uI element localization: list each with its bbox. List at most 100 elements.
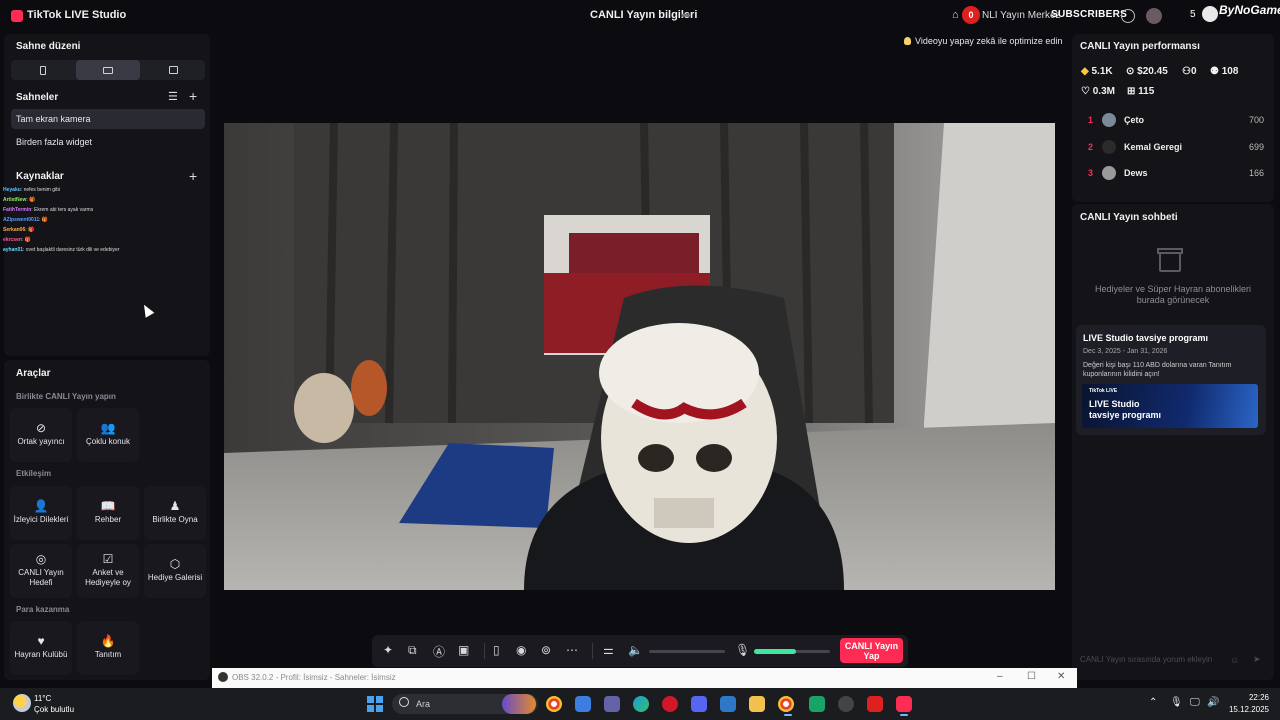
fan-club-tool[interactable]: ♥ Hayran Kulübü — [10, 621, 72, 675]
share-arrow-icon[interactable]: ➦ — [681, 8, 691, 22]
chat-line: FatihTermin: Ekrem abi ters ayak varms — [3, 207, 94, 213]
minimize-button[interactable]: – — [997, 671, 1003, 682]
viewer-score: 699 — [1248, 142, 1264, 152]
live-center-link[interactable]: NLI Yayın Merkez — [982, 10, 1061, 21]
viewer-name: Çeto — [1124, 115, 1144, 125]
ai-tip-text: Videoyu yapay zekâ ile optimize edin — [915, 36, 1063, 46]
layout-landscape-button[interactable] — [76, 60, 140, 80]
ai-effects-icon[interactable]: Ⓐ — [433, 643, 445, 660]
home-icon[interactable]: ⌂ — [952, 9, 959, 21]
poll-icon: ☑ — [102, 552, 114, 566]
screen-capture-icon[interactable]: ⧉ — [408, 643, 417, 658]
book-icon: 📖 — [100, 499, 116, 513]
rank-number: 3 — [1088, 168, 1094, 178]
scene-item[interactable]: Tam ekran kamera — [11, 109, 205, 129]
close-button[interactable]: ✕ — [1057, 671, 1065, 682]
multi-guest-tool[interactable]: 👥 Çoklu konuk — [77, 408, 139, 462]
overlay-icon[interactable]: ▣ — [458, 643, 469, 657]
earnings-stat: ⊙ $20.45 — [1126, 66, 1168, 77]
obs-taskbar-icon[interactable] — [838, 696, 854, 712]
settings-icon[interactable] — [1121, 9, 1135, 23]
live-goal-tool[interactable]: ◎ CANLI Yayın Hedefi — [10, 544, 72, 598]
portrait-icon — [40, 65, 46, 75]
store-icon[interactable] — [575, 696, 591, 712]
microphone-icon[interactable]: 🎙 — [735, 643, 750, 657]
weather-description[interactable]: Çok bulutlu — [34, 705, 74, 714]
ranking-row[interactable]: 1 Çeto 700 — [1088, 113, 1264, 129]
search-highlight-icon[interactable] — [502, 694, 536, 714]
people-icon: 👥 — [100, 421, 116, 435]
windows-start-icon[interactable] — [367, 696, 383, 712]
guide-tool[interactable]: 📖 Rehber — [77, 486, 139, 540]
mixer-icon[interactable]: ⚌ — [603, 643, 614, 657]
bulb-icon — [904, 37, 911, 45]
notification-badge[interactable]: 0 — [962, 6, 980, 24]
promote-tool[interactable]: 🔥 Tanıtım — [77, 621, 139, 675]
opera-icon[interactable] — [662, 696, 678, 712]
obs-icon — [218, 672, 228, 682]
phone-icon[interactable]: ▯ — [493, 643, 500, 657]
heart-icon: ♡ — [1081, 86, 1090, 97]
edge-icon[interactable] — [633, 696, 649, 712]
avatar[interactable] — [1146, 8, 1162, 24]
tiktok-live-icon[interactable] — [896, 696, 912, 712]
magic-wand-icon[interactable]: ✦ — [383, 643, 393, 657]
chat-title: CANLI Yayın sohbeti — [1080, 212, 1178, 223]
app-green-icon[interactable] — [809, 696, 825, 712]
maximize-button[interactable]: ☐ — [1027, 671, 1036, 682]
network-icon[interactable]: 🖵 — [1190, 697, 1200, 708]
discord-icon[interactable] — [691, 696, 707, 712]
sources-title: Kaynaklar — [16, 171, 64, 182]
youtube-icon[interactable] — [867, 696, 883, 712]
record-icon[interactable]: ◉ — [516, 643, 526, 657]
active-app-indicator — [784, 714, 792, 716]
chat-overlay-source[interactable]: Heyaku: nefes benim gibi ArtistNew: 🎁 Fa… — [3, 187, 143, 259]
layout-dual-button[interactable] — [141, 60, 205, 80]
obs-title: OBS 32.0.2 - Profil: İsimsiz - Sahneler:… — [232, 673, 396, 682]
temperature[interactable]: 11°C — [34, 694, 51, 703]
scene-item[interactable]: Birden fazla widget — [11, 132, 205, 152]
add-scene-button[interactable]: + — [189, 88, 197, 104]
volume-icon[interactable]: 🔊 — [1207, 697, 1219, 708]
camera-settings-icon[interactable]: ⊚ — [541, 643, 551, 657]
chrome-icon[interactable] — [546, 696, 562, 712]
mail-icon[interactable] — [720, 696, 736, 712]
ranking-row[interactable]: 3 Dews 166 — [1088, 166, 1264, 182]
cohost-tool[interactable]: ⊘ Ortak yayıncı — [10, 408, 72, 462]
gift-gallery-tool[interactable]: ⬡ Hediye Galerisi — [144, 544, 206, 598]
volume-slider[interactable] — [649, 650, 725, 653]
ranking-row[interactable]: 2 Kemal Geregi 699 — [1088, 140, 1264, 156]
weather-icon[interactable] — [13, 694, 31, 712]
add-source-button[interactable]: + — [189, 168, 197, 184]
layout-portrait-button[interactable] — [11, 60, 75, 80]
viewer-score: 166 — [1248, 168, 1264, 178]
camera-scene-illustration — [224, 123, 1055, 590]
tray-microphone-icon[interactable]: 🎙 — [1170, 697, 1183, 708]
clock[interactable]: 22:26 — [1233, 693, 1269, 702]
diamond-icon: ◆ — [1081, 66, 1089, 77]
poll-tool[interactable]: ☑ Anket ve Hediyeyle oy — [77, 544, 139, 598]
chat-line: ekrcsen: 🎁 — [3, 237, 31, 243]
chrome-icon[interactable] — [778, 696, 794, 712]
game-icon: ♟ — [169, 499, 181, 513]
send-icon[interactable]: ➤ — [1253, 654, 1261, 665]
play-together-tool[interactable]: ♟ Birlikte Oyna — [144, 486, 206, 540]
scenes-title: Sahneler — [16, 92, 59, 103]
gift-gallery-icon: ⬡ — [169, 557, 181, 571]
viewer-requests-tool[interactable]: 👤 İzleyici Dilekleri — [10, 486, 72, 540]
date[interactable]: 15.12.2025 — [1222, 705, 1269, 714]
emoji-icon[interactable]: ☺ — [1230, 655, 1239, 665]
file-explorer-icon[interactable] — [749, 696, 765, 712]
camera-preview[interactable] — [224, 123, 1055, 590]
brand-name: ByNoGame — [1219, 3, 1280, 17]
promo-description: Değeri kişi başı 110 ABD dolarına varan … — [1083, 362, 1232, 378]
teams-icon[interactable] — [604, 696, 620, 712]
more-icon[interactable]: ⋯ — [566, 643, 578, 657]
speaker-icon[interactable]: 🔈 — [628, 643, 643, 657]
comment-input[interactable]: CANLI Yayın sırasında yorum ekleyin — [1080, 655, 1230, 664]
toolbar-divider — [484, 643, 485, 659]
ai-optimize-tip[interactable]: Videoyu yapay zekâ ile optimize edin — [904, 33, 1062, 49]
go-live-button[interactable]: CANLI Yayın Yap — [840, 638, 903, 663]
tray-chevron-icon[interactable]: ⌃ — [1149, 697, 1157, 708]
scene-list-icon[interactable]: ☰ — [168, 90, 178, 103]
